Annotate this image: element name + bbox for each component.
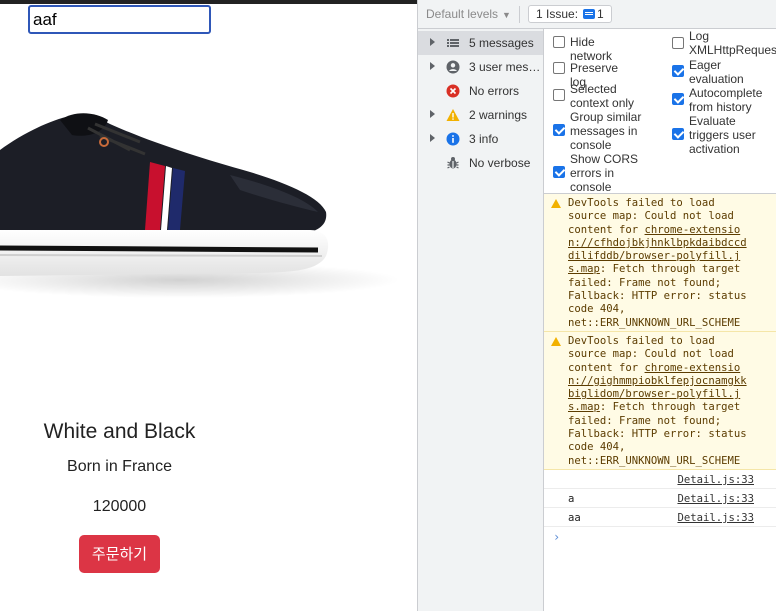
show-cors-label: Show CORS errors in console [570, 152, 639, 194]
console-log-row: Detail.js:33 [544, 470, 776, 489]
bug-icon [447, 157, 459, 169]
expand-arrow-icon[interactable] [430, 110, 435, 118]
log-levels-label: Default levels [426, 7, 499, 21]
page-top-bar [0, 0, 417, 4]
sidebar-item-user-messages[interactable]: 3 user mes… [418, 55, 543, 79]
sidebar-item-label: 2 warnings [469, 108, 528, 122]
console-warning-message: DevTools failed to load source map: Coul… [544, 332, 776, 470]
hide-network-label: Hide network [570, 35, 613, 63]
evaluate-triggers-label: Evaluate triggers user activation [689, 114, 756, 156]
console-warning-message: DevTools failed to load source map: Coul… [544, 194, 776, 332]
product-price: 120000 [92, 498, 147, 515]
info-icon [446, 132, 460, 146]
expand-arrow-icon[interactable] [430, 134, 435, 142]
console-prompt[interactable]: › [553, 530, 560, 544]
selected-context-label: Selected context only [570, 82, 635, 110]
sidebar-item-label: 5 messages [469, 36, 534, 50]
log-source-link[interactable]: Detail.js:33 [677, 512, 754, 524]
console-log-row: aa Detail.js:33 [544, 508, 776, 527]
log-text: a [568, 493, 575, 505]
autocomplete-label: Autocomplete from history [689, 86, 763, 114]
warning-icon [446, 109, 460, 121]
console-toolbar: Default levels ▼ 1 Issue: 1 [418, 0, 776, 29]
show-cors-checkbox[interactable] [553, 166, 565, 178]
devtools-panel: Default levels ▼ 1 Issue: 1 5 messages 3 u… [417, 0, 776, 611]
console-output: DevTools failed to load source map: Coul… [544, 194, 776, 611]
product-origin: Born in France [67, 458, 172, 475]
log-text: aa [568, 512, 581, 524]
toolbar-divider [519, 6, 520, 23]
product-title: White and Black [43, 420, 196, 443]
evaluate-triggers-checkbox[interactable] [672, 128, 684, 140]
search-input[interactable] [28, 5, 211, 34]
log-xhr-label: Log XMLHttpReques [689, 29, 776, 57]
issues-button[interactable]: 1 Issue: 1 [528, 5, 612, 23]
warning-text: DevTools failed to load source map: Coul… [568, 197, 776, 330]
user-icon [446, 60, 460, 74]
sidebar-item-errors[interactable]: No errors [418, 79, 543, 103]
error-icon [446, 84, 460, 98]
warning-icon [551, 337, 561, 346]
expand-arrow-icon[interactable] [430, 62, 435, 70]
sidebar-item-label: No errors [469, 84, 520, 98]
list-icon [447, 39, 459, 47]
warning-icon [551, 199, 561, 208]
sidebar-item-label: No verbose [469, 156, 531, 170]
sidebar-item-verbose[interactable]: No verbose [418, 151, 543, 175]
chevron-down-icon: ▼ [502, 10, 511, 20]
console-sidebar: 5 messages 3 user mes… No errors 2 warni… [418, 29, 544, 611]
sidebar-item-label: 3 info [469, 132, 499, 146]
expand-arrow-icon[interactable] [430, 38, 435, 46]
sidebar-item-warnings[interactable]: 2 warnings [418, 103, 543, 127]
issues-label: 1 Issue: [536, 7, 579, 21]
group-similar-checkbox[interactable] [553, 124, 565, 136]
sidebar-item-label: 3 user mes… [469, 60, 541, 74]
screen: White and Black Born in France 120000 주문… [0, 0, 776, 611]
preserve-log-checkbox[interactable] [553, 62, 565, 74]
log-source-link[interactable]: Detail.js:33 [677, 493, 754, 505]
sidebar-item-messages[interactable]: 5 messages [418, 31, 543, 55]
autocomplete-checkbox[interactable] [672, 93, 684, 105]
console-log-row: a Detail.js:33 [544, 489, 776, 508]
eager-eval-label: Eager evaluation [689, 58, 744, 86]
selected-context-checkbox[interactable] [553, 89, 565, 101]
log-xhr-checkbox[interactable] [672, 37, 684, 49]
sneaker-image [0, 113, 400, 298]
issues-count: 1 [597, 7, 604, 21]
sidebar-item-info[interactable]: 3 info [418, 127, 543, 151]
eager-eval-checkbox[interactable] [672, 65, 684, 77]
web-page: White and Black Born in France 120000 주문… [0, 0, 417, 611]
warning-text: DevTools failed to load source map: Coul… [568, 335, 776, 468]
order-button[interactable]: 주문하기 [79, 535, 160, 573]
group-similar-label: Group similar messages in console [570, 110, 642, 152]
issue-message-icon [583, 9, 596, 19]
log-levels-dropdown[interactable]: Default levels ▼ [426, 7, 511, 21]
log-source-link[interactable]: Detail.js:33 [677, 474, 754, 486]
console-settings: Hide network Preserve log Selected conte… [544, 29, 776, 194]
hide-network-checkbox[interactable] [553, 36, 565, 48]
